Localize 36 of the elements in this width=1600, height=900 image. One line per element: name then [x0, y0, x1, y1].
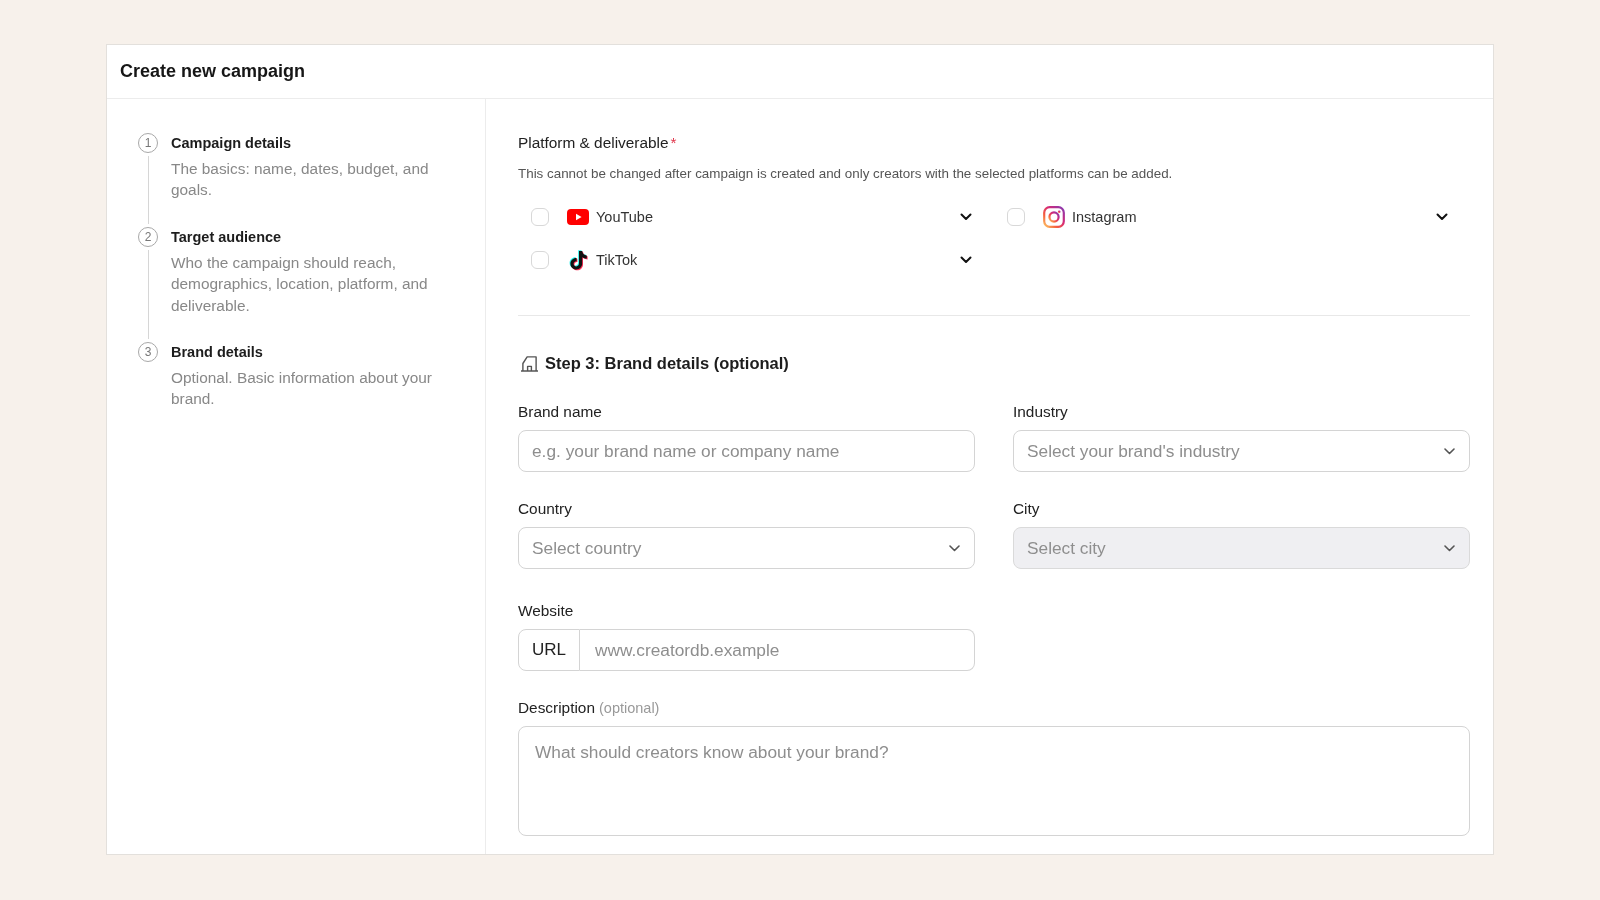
- section-heading: Step 3: Brand details (optional): [545, 353, 789, 373]
- checkbox[interactable]: [531, 250, 549, 269]
- play-button-icon: [567, 208, 589, 225]
- field-hint: (optional): [599, 699, 660, 718]
- chevron-down-icon: [1444, 447, 1455, 455]
- step-title[interactable]: Brand details: [171, 342, 455, 363]
- helper-text: This cannot be changed after campaign is created and only creators with the selected platforms can be added.: [518, 165, 1174, 183]
- chevron-down-icon: [949, 544, 960, 552]
- field-label: Description: [518, 698, 595, 718]
- field-label: Website: [518, 601, 574, 621]
- chevron-down-icon: [1444, 544, 1455, 552]
- step-description: The basics: name, dates, budget, and goals.: [171, 159, 430, 201]
- step-description: Who the campaign should reach, demographics, location, platform, and deliverable.: [171, 252, 429, 316]
- chevron-down-icon[interactable]: [960, 255, 972, 264]
- platform-label: Instagram: [1072, 208, 1138, 225]
- input-field[interactable]: e.g. your brand name or company name: [518, 430, 975, 472]
- chevron-down-icon[interactable]: [960, 212, 972, 221]
- field-label: City: [1013, 499, 1040, 519]
- music-note-icon: [567, 248, 589, 271]
- input-field[interactable]: www.creatordb.example: [580, 629, 975, 671]
- platform-label: YouTube: [596, 208, 654, 225]
- camera-icon: [1043, 205, 1065, 228]
- checkbox[interactable]: [531, 207, 549, 226]
- step-title[interactable]: Campaign details: [171, 133, 455, 153]
- text-area-field[interactable]: What should creators know about your brand?: [518, 726, 1470, 836]
- field-label: Platform & deliverable*: [518, 133, 678, 153]
- step-description: Optional. Basic information about your brand.: [171, 368, 433, 410]
- field-label: Country: [518, 499, 572, 519]
- chevron-down-icon[interactable]: [1436, 212, 1448, 221]
- field-label: Industry: [1013, 402, 1068, 422]
- checkbox[interactable]: [1007, 207, 1025, 226]
- building-icon: [520, 354, 539, 372]
- step-title[interactable]: Target audience: [171, 226, 455, 247]
- window-title: Create new campaign: [120, 61, 306, 82]
- field-label: Brand name: [518, 402, 602, 422]
- platform-label: TikTok: [596, 251, 639, 268]
